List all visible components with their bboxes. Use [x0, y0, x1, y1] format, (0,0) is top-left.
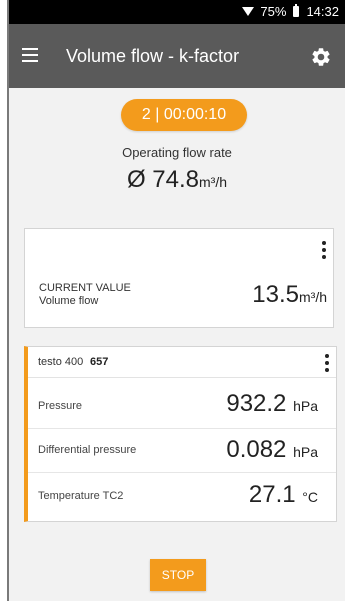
- device-header: testo 400 657: [28, 347, 336, 378]
- pressure-unit: hPa: [293, 398, 318, 414]
- device-serial: 657: [90, 356, 109, 368]
- pressure-value: 932.2 hPa: [226, 390, 318, 418]
- stop-button[interactable]: STOP: [150, 559, 206, 591]
- gear-icon[interactable]: [310, 46, 332, 68]
- temperature-unit: °C: [302, 489, 318, 505]
- battery-icon: [293, 4, 300, 17]
- more-options-icon[interactable]: [324, 354, 330, 374]
- differential-pressure-label: Differential pressure: [38, 444, 137, 456]
- device-card: testo 400 657 Pressure 932.2 hPa Differe…: [24, 346, 337, 522]
- operating-flow-label: Operating flow rate: [122, 145, 232, 160]
- pressure-label: Pressure: [38, 400, 83, 412]
- row-divider: [28, 472, 336, 473]
- current-value-number: 13.5: [252, 281, 299, 308]
- differential-pressure-unit: hPa: [293, 444, 318, 460]
- temperature-value: 27.1 °C: [249, 481, 318, 509]
- current-value-parameter: Volume flow: [39, 295, 99, 307]
- current-value-unit: m³/h: [299, 289, 327, 305]
- device-name: testo 400: [38, 356, 84, 368]
- app-screen: 75% 14:32 Volume flow - k-factor 2 | 00:…: [9, 0, 345, 601]
- temperature-label: Temperature TC2: [38, 490, 124, 502]
- battery-percent: 75%: [260, 4, 287, 19]
- current-value-card: CURRENT VALUE Volume flow 13.5m³/h: [24, 228, 334, 328]
- current-value-reading: 13.5m³/h: [252, 281, 327, 309]
- more-options-icon[interactable]: [321, 241, 327, 261]
- temperature-number: 27.1: [248, 481, 296, 508]
- current-value-label: CURRENT VALUE: [39, 282, 131, 294]
- operating-flow-value: Ø 74.8m³/h: [9, 166, 345, 194]
- status-time: 14:32: [306, 4, 339, 19]
- pressure-number: 932.2: [226, 390, 287, 417]
- wifi-icon: [242, 7, 255, 16]
- measurement-timer[interactable]: 2 | 00:00:10: [121, 99, 247, 131]
- page-title: Volume flow - k-factor: [66, 46, 240, 66]
- app-bar: Volume flow - k-factor: [9, 24, 345, 88]
- differential-pressure-value: 0.082 hPa: [226, 436, 318, 464]
- row-divider: [28, 428, 336, 429]
- status-indicators: 75% 14:32: [242, 4, 339, 19]
- status-bar: 75% 14:32: [9, 0, 345, 24]
- operating-flow-unit: m³/h: [199, 174, 228, 190]
- operating-flow-number: Ø 74.8: [126, 166, 200, 193]
- hamburger-menu-icon[interactable]: [22, 48, 38, 62]
- differential-pressure-number: 0.082: [226, 436, 287, 463]
